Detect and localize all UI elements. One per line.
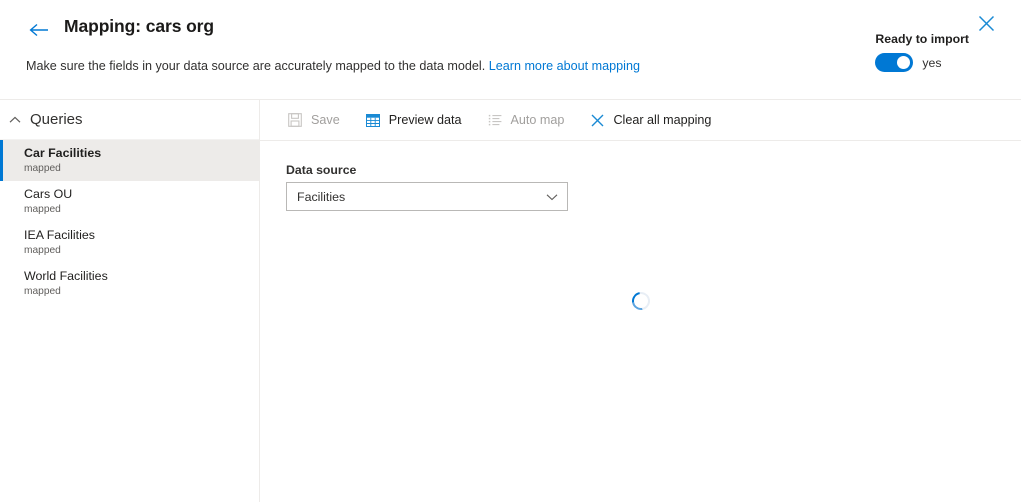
list-icon (487, 112, 503, 128)
save-label: Save (311, 113, 340, 127)
ready-to-import-label: Ready to import (875, 32, 969, 46)
query-status: mapped (24, 163, 61, 174)
queries-section-title: Queries (30, 111, 83, 128)
command-toolbar: Save Preview data Auto map Clear all map… (260, 100, 1021, 141)
data-source-value: Facilities (297, 189, 346, 204)
clear-all-mapping-label: Clear all mapping (613, 113, 712, 127)
query-status: mapped (24, 245, 61, 256)
sidebar-item-cars-ou[interactable]: Cars OU mapped (0, 181, 259, 222)
save-button[interactable]: Save (287, 105, 340, 135)
arrow-left-icon (29, 23, 49, 37)
query-name: World Facilities (24, 269, 108, 283)
dialog-header: Mapping: cars org Make sure the fields i… (0, 0, 1021, 100)
queries-section-header[interactable]: Queries (0, 100, 259, 140)
query-name: IEA Facilities (24, 228, 95, 242)
query-list: Car Facilities mapped Cars OU mapped IEA… (0, 140, 259, 304)
sidebar-item-world-facilities[interactable]: World Facilities mapped (0, 263, 259, 304)
page-title: Mapping: cars org (64, 16, 214, 36)
dialog-subtitle: Make sure the fields in your data source… (26, 59, 640, 73)
preview-data-button[interactable]: Preview data (365, 105, 462, 135)
close-button[interactable] (973, 12, 999, 38)
data-source-form: Data source Facilities (260, 141, 1021, 211)
clear-all-mapping-button[interactable]: Clear all mapping (589, 105, 711, 135)
sidebar-item-car-facilities[interactable]: Car Facilities mapped (0, 140, 259, 181)
table-grid-icon (365, 112, 381, 128)
query-status: mapped (24, 286, 61, 297)
data-source-dropdown[interactable]: Facilities (286, 182, 568, 211)
auto-map-label: Auto map (510, 113, 565, 127)
mapping-main-panel: Save Preview data Auto map Clear all map… (260, 100, 1021, 502)
query-status: mapped (24, 204, 61, 215)
close-icon (589, 112, 605, 128)
auto-map-button[interactable]: Auto map (487, 105, 565, 135)
ready-to-import-group: Ready to import yes (875, 31, 969, 72)
data-source-label: Data source (286, 163, 357, 177)
ready-to-import-toggle-row: yes (875, 53, 969, 72)
mapping-dialog: Mapping: cars org Make sure the fields i… (0, 0, 1021, 502)
preview-data-label: Preview data (388, 113, 462, 127)
close-icon (978, 15, 995, 35)
learn-more-link[interactable]: Learn more about mapping (489, 59, 640, 73)
sidebar-item-iea-facilities[interactable]: IEA Facilities mapped (0, 222, 259, 263)
chevron-up-icon (7, 112, 23, 128)
subtitle-text: Make sure the fields in your data source… (26, 59, 486, 73)
back-button[interactable] (26, 17, 52, 43)
ready-to-import-toggle[interactable] (875, 53, 914, 72)
toggle-knob (897, 56, 911, 69)
save-icon (287, 112, 303, 128)
query-name: Cars OU (24, 187, 73, 201)
queries-sidebar: Queries Car Facilities mapped Cars OU ma… (0, 100, 260, 502)
toggle-state-label: yes (922, 55, 942, 70)
chevron-down-icon (546, 188, 558, 206)
query-name: Car Facilities (24, 146, 102, 160)
loading-spinner-icon (627, 288, 654, 314)
